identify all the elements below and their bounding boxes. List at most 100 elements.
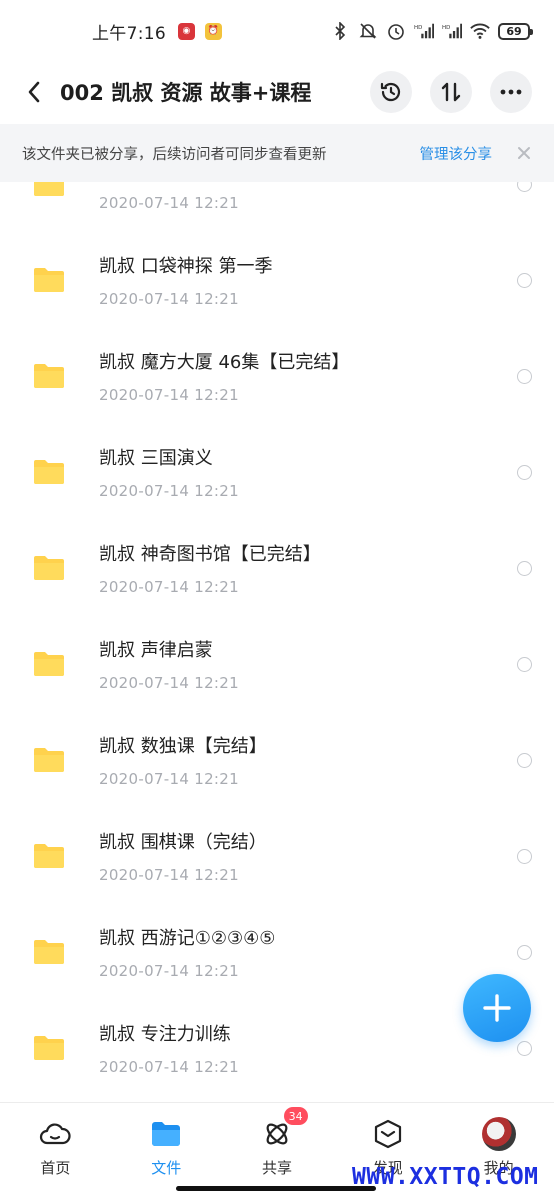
hd-label-1: HD: [414, 25, 422, 31]
file-date: 2020-07-14 12:21: [99, 578, 239, 596]
file-name: 凯叔 数独课【完结】: [99, 736, 267, 757]
close-banner-button[interactable]: [516, 145, 532, 161]
title-actions: [370, 71, 532, 113]
select-checkbox[interactable]: [517, 944, 532, 960]
folder-icon: [34, 652, 64, 676]
file-date: 2020-07-14 12:21: [99, 1058, 239, 1076]
file-meta: 凯叔 西游记①②③④⑤ 2020-07-14 12:21: [99, 924, 275, 980]
folder-icon: [34, 556, 64, 580]
select-checkbox[interactable]: [517, 656, 532, 672]
status-right: HD HD 69: [330, 21, 533, 41]
manage-share-link[interactable]: 管理该分享: [420, 143, 493, 164]
folder-icon: [34, 940, 64, 964]
file-date: 2020-07-14 12:21: [99, 674, 239, 692]
hd-label-2: HD: [442, 25, 450, 31]
page-title: 002 凯叔 资源 故事+课程: [60, 81, 312, 105]
file-meta: 凯叔 魔方大厦 46集【已完结】 2020-07-14 12:21: [99, 348, 349, 404]
file-name: 凯叔 魔方大厦 46集【已完结】: [99, 352, 350, 373]
more-button[interactable]: [490, 71, 532, 113]
add-fab-button[interactable]: [463, 974, 531, 1042]
select-checkbox[interactable]: [517, 464, 532, 480]
folder-icon: [34, 268, 64, 292]
sort-button[interactable]: [430, 71, 472, 113]
file-meta: 凯叔 数独课【完结】 2020-07-14 12:21: [99, 732, 267, 788]
mute-icon: [358, 21, 378, 41]
file-row[interactable]: 凯叔 围棋课（完结） 2020-07-14 12:21: [0, 808, 554, 904]
select-checkbox[interactable]: [517, 848, 532, 864]
folder-icon: [34, 844, 64, 868]
file-row[interactable]: 凯叔 三国演义 2020-07-14 12:21: [0, 424, 554, 520]
nav-home-label: 首页: [40, 1159, 71, 1177]
file-name: 凯叔 神奇图书馆【已完结】: [99, 544, 321, 565]
battery-indicator: 69: [498, 22, 533, 40]
folder-icon: [34, 460, 64, 484]
file-name: 凯叔 专注力训练: [99, 1024, 231, 1045]
select-checkbox[interactable]: [517, 272, 532, 288]
share-banner: 该文件夹已被分享，后续访问者可同步查看更新 管理该分享: [0, 124, 554, 182]
avatar: [481, 1117, 516, 1151]
wifi-icon: [470, 21, 490, 41]
file-name: 凯叔 围棋课（完结）: [99, 832, 267, 853]
nav-home[interactable]: 首页: [0, 1103, 111, 1200]
folder-icon: [34, 748, 64, 772]
app-notification-icon: ◉: [177, 22, 195, 40]
file-list-content: 凯叔 口袋神探 第二季 2020-07-14 12:21 凯叔 口袋神探 第一季…: [0, 182, 554, 1096]
plus-icon: [483, 994, 511, 1022]
folder-icon: [34, 1036, 64, 1060]
more-icon: [500, 89, 522, 95]
file-meta: 凯叔 口袋神探 第二季 2020-07-14 12:21: [99, 182, 272, 212]
title-bar: 002 凯叔 资源 故事+课程: [0, 62, 554, 122]
share-banner-text: 该文件夹已被分享，后续访问者可同步查看更新: [22, 146, 327, 163]
status-time: 上午7:16: [92, 23, 166, 44]
share-badge: 34: [283, 1107, 308, 1125]
file-row[interactable]: 凯叔 口袋神探 第二季 2020-07-14 12:21: [0, 182, 554, 232]
home-cloud-icon: [38, 1117, 72, 1151]
nav-files-label: 文件: [151, 1159, 182, 1177]
sort-icon: [441, 82, 461, 102]
bluetooth-icon: [330, 21, 350, 41]
history-button[interactable]: [370, 71, 412, 113]
file-list[interactable]: 凯叔 口袋神探 第二季 2020-07-14 12:21 凯叔 口袋神探 第一季…: [0, 182, 554, 1102]
history-icon: [380, 82, 401, 102]
file-name: 凯叔 口袋神探 第一季: [99, 256, 273, 277]
file-row[interactable]: 凯叔 口袋神探 第一季 2020-07-14 12:21: [0, 232, 554, 328]
file-row[interactable]: 凯叔 声律启蒙 2020-07-14 12:21: [0, 616, 554, 712]
file-meta: 凯叔 口袋神探 第一季 2020-07-14 12:21: [99, 252, 272, 308]
file-date: 2020-07-14 12:21: [99, 866, 239, 884]
back-icon: [28, 81, 40, 103]
select-checkbox[interactable]: [517, 182, 532, 192]
close-icon: [518, 147, 530, 159]
nav-share-label: 共享: [261, 1159, 292, 1177]
file-name: 凯叔 西游记①②③④⑤: [99, 928, 276, 949]
file-meta: 凯叔 专注力训练 2020-07-14 12:21: [99, 1020, 239, 1076]
signal-icon-1: HD: [414, 21, 434, 41]
file-date: 2020-07-14 12:21: [99, 290, 239, 308]
discover-box-icon: [371, 1117, 405, 1151]
file-row[interactable]: 凯叔 数独课【完结】 2020-07-14 12:21: [0, 712, 554, 808]
file-name: 凯叔 三国演义: [99, 448, 213, 469]
file-date: 2020-07-14 12:21: [99, 386, 239, 404]
file-meta: 凯叔 围棋课（完结） 2020-07-14 12:21: [99, 828, 267, 884]
file-meta: 凯叔 三国演义 2020-07-14 12:21: [99, 444, 239, 500]
signal-icon-2: HD: [442, 21, 462, 41]
file-meta: 凯叔 声律启蒙 2020-07-14 12:21: [99, 636, 239, 692]
folder-icon: [34, 182, 64, 196]
status-bar: 上午7:16 ◉ ⏰ HD HD 69: [0, 0, 554, 62]
select-checkbox[interactable]: [517, 368, 532, 384]
file-row[interactable]: 凯叔 神奇图书馆【已完结】 2020-07-14 12:21: [0, 520, 554, 616]
file-date: 2020-07-14 12:21: [99, 194, 239, 212]
select-checkbox[interactable]: [517, 1040, 532, 1056]
select-checkbox[interactable]: [517, 752, 532, 768]
select-checkbox[interactable]: [517, 560, 532, 576]
folder-icon: [34, 364, 64, 388]
watermark: WWW.XXTTQ.COM: [352, 1164, 539, 1190]
status-notification-icons: ◉ ⏰: [177, 22, 222, 40]
file-meta: 凯叔 神奇图书馆【已完结】 2020-07-14 12:21: [99, 540, 321, 596]
file-date: 2020-07-14 12:21: [99, 962, 239, 980]
alarm-icon: [386, 21, 406, 41]
file-date: 2020-07-14 12:21: [99, 770, 239, 788]
alarm-app-icon: ⏰: [204, 22, 222, 40]
file-row[interactable]: 凯叔 魔方大厦 46集【已完结】 2020-07-14 12:21: [0, 328, 554, 424]
file-name: 凯叔 声律启蒙: [99, 640, 213, 661]
back-button[interactable]: [20, 72, 48, 112]
